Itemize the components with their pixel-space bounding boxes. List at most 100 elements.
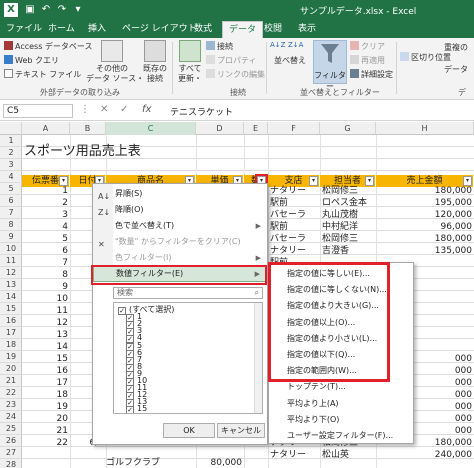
row-header[interactable]: 14 [0,291,22,303]
properties-button[interactable]: プロパティ [206,55,257,66]
branch-cell[interactable]: 駅前 [268,197,320,209]
slip-number-cell[interactable]: 16 [22,365,70,377]
slip-number-cell[interactable]: 14 [22,341,70,353]
redo-icon[interactable]: ↷ [56,3,68,16]
amount-cell[interactable]: 96,000 [376,221,474,233]
row-header[interactable]: 7 [0,207,22,219]
text-file-button[interactable]: テキスト ファイル [4,69,81,80]
row-header[interactable]: 23 [0,399,22,411]
slip-number-cell[interactable]: 20 [22,413,70,425]
slip-number-cell[interactable]: 17 [22,377,70,389]
existing-connections-button[interactable]: 既存の 接続 [140,40,170,84]
checkbox[interactable]: ✓ [126,406,134,413]
branch-cell[interactable]: ナタリー [268,245,320,257]
sort-by-color-item[interactable]: 色で並べ替え(T) ▶ [93,218,267,234]
insert-function-icon[interactable]: fx [142,104,151,115]
clear-button[interactable]: クリア [350,41,385,52]
row-header[interactable]: 27 [0,447,22,459]
column-header[interactable]: C [106,122,196,135]
person-cell[interactable]: ロペス金本 [320,197,376,209]
slip-number-cell[interactable]: 13 [22,329,70,341]
cancel-icon[interactable]: ✕ [100,104,108,115]
amount-cell[interactable]: 240,000 [376,449,474,461]
row-header[interactable]: 5 [0,183,22,195]
row-header[interactable]: 12 [0,267,22,279]
sort-az-button[interactable]: A↓Z [270,41,285,49]
column-header[interactable]: B [70,122,106,135]
number-filter-item[interactable]: 平均より下(O) [269,411,413,428]
edit-links-button[interactable]: リンクの編集 [206,69,265,80]
person-cell[interactable]: 中村紀洋 [320,221,376,233]
slip-number-cell[interactable]: 19 [22,401,70,413]
search-input[interactable]: 検索 ⌕ [113,287,263,299]
row-header[interactable]: 15 [0,303,22,315]
row-header[interactable]: 17 [0,327,22,339]
sort-descending-item[interactable]: Z↓ 降順(O) [93,202,267,218]
row-header[interactable]: 22 [0,387,22,399]
slip-number-cell[interactable]: 22 [22,437,70,449]
slip-number-cell[interactable]: 12 [22,317,70,329]
row-header[interactable]: 24 [0,411,22,423]
row-header[interactable]: 3 [0,159,22,171]
name-box[interactable]: C5 [3,104,73,118]
web-query-button[interactable]: Web クエリ [4,55,59,66]
enter-icon[interactable]: ✓ [120,104,128,115]
product-cell[interactable]: ゴルフクラブ [106,457,196,468]
text-to-columns-button[interactable]: 区切り位置 [400,52,451,63]
branch-cell[interactable]: ナタリー [268,185,320,197]
color-filter-item[interactable]: 色フィルター(I) ▶ [93,250,267,266]
slip-number-cell[interactable]: 5 [22,233,70,245]
slip-number-cell[interactable]: 11 [22,305,70,317]
checkbox[interactable]: ✓ [118,307,126,315]
slip-number-cell[interactable]: 3 [22,209,70,221]
slip-number-cell[interactable]: 9 [22,281,70,293]
tab-insert[interactable]: 挿入 [82,21,112,38]
column-header[interactable]: A [22,122,70,135]
row-header[interactable]: 11 [0,255,22,267]
connections-button[interactable]: 接続 [206,41,233,52]
save-icon[interactable]: ▣ [24,3,36,16]
reapply-button[interactable]: 再適用 [350,55,385,66]
row-header[interactable]: 4 [0,171,22,183]
slip-number-cell[interactable]: 18 [22,389,70,401]
tab-data[interactable]: データ [222,21,264,38]
row-header[interactable]: 19 [0,351,22,363]
slip-number-cell[interactable]: 2 [22,197,70,209]
row-header[interactable]: 1 [0,135,22,147]
row-header[interactable]: 9 [0,231,22,243]
tab-view[interactable]: 表示 [292,21,322,38]
person-cell[interactable]: 松岡修三 [320,185,376,197]
slip-number-cell[interactable]: 4 [22,221,70,233]
remove-duplicates-button[interactable]: 重複の [444,42,468,53]
amount-cell[interactable]: 195,000 [376,197,474,209]
undo-icon[interactable]: ↶ [40,3,52,16]
filter-button[interactable]: フィルター [313,40,347,91]
slip-number-cell[interactable]: 6 [22,245,70,257]
slip-number-cell[interactable]: 7 [22,257,70,269]
person-cell[interactable]: 松岡修三 [320,233,376,245]
branch-cell[interactable]: バセーラ [268,209,320,221]
branch-cell[interactable]: 駅前 [268,221,320,233]
amount-cell[interactable]: 180,000 [376,233,474,245]
data-validation-button[interactable]: データ [444,64,468,75]
scrollbar[interactable] [254,303,262,413]
number-filter-item[interactable]: ユーザー設定フィルター(F)... [269,427,413,444]
row-header[interactable]: 8 [0,219,22,231]
row-header[interactable]: 26 [0,435,22,447]
tab-file[interactable]: ファイル [0,21,49,38]
access-button[interactable]: Access データベース [4,41,93,52]
refresh-all-button[interactable]: すべて 更新・ [176,40,204,84]
row-header[interactable]: 13 [0,279,22,291]
advanced-button[interactable]: 詳細設定 [350,69,393,80]
customize-toolbar-icon[interactable]: ▾ [72,3,84,16]
person-cell[interactable]: 松山英 [320,449,376,461]
amount-cell[interactable]: 180,000 [376,185,474,197]
person-cell[interactable]: 吉澄香 [320,245,376,257]
row-header[interactable]: 16 [0,315,22,327]
sort-button[interactable]: 並べ替え [272,56,308,66]
row-header[interactable]: 2 [0,147,22,159]
tab-review[interactable]: 校閲 [258,21,288,38]
row-header[interactable]: 6 [0,195,22,207]
number-filters-item[interactable]: 数値フィルター(E) ▶ [91,265,267,285]
column-header[interactable]: F [268,122,320,135]
